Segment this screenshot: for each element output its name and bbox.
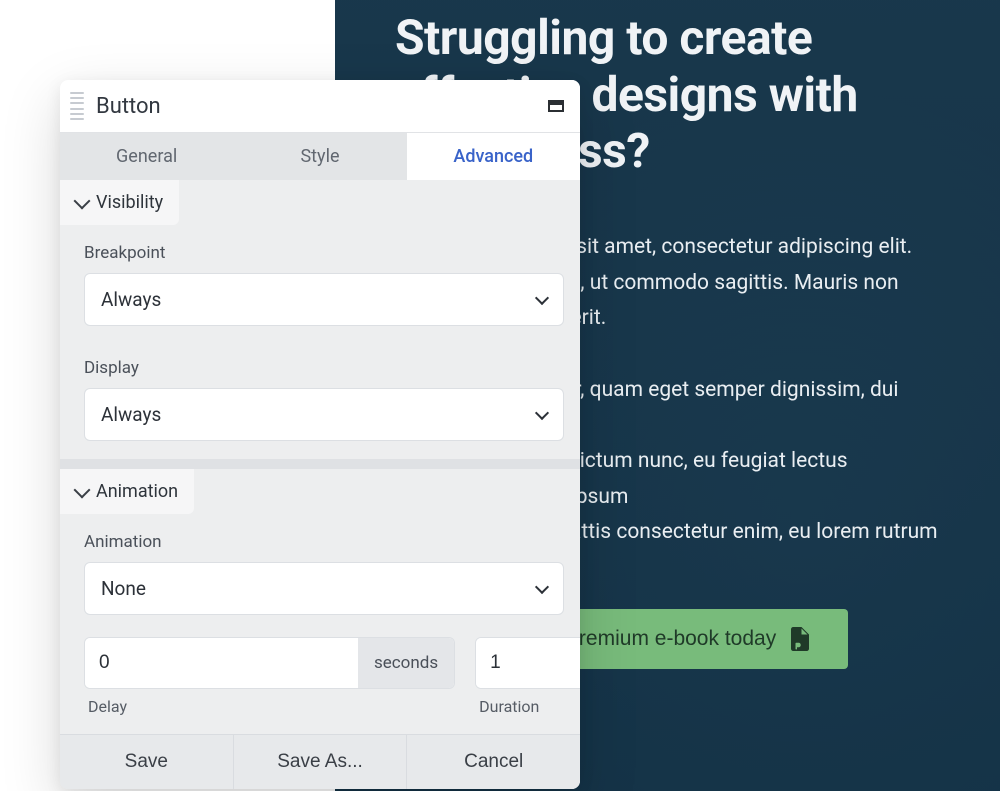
section-visibility-header[interactable]: Visibility xyxy=(60,180,179,225)
animation-value: None xyxy=(101,577,146,600)
section-animation: Animation Animation None seconds Del xyxy=(60,469,580,734)
breakpoint-label: Breakpoint xyxy=(84,243,564,263)
panel-body[interactable]: Visibility Breakpoint Always Display Alw… xyxy=(60,180,580,734)
duration-label: Duration xyxy=(475,697,580,716)
duration-input[interactable] xyxy=(476,638,580,688)
section-animation-header[interactable]: Animation xyxy=(60,469,194,514)
field-timing: seconds Delay seconds Duration xyxy=(60,633,580,734)
dock-icon[interactable] xyxy=(548,100,564,112)
chevron-down-icon xyxy=(535,290,549,304)
section-divider xyxy=(60,459,580,469)
chevron-down-icon xyxy=(535,405,549,419)
chevron-down-icon xyxy=(535,579,549,593)
section-visibility-label: Visibility xyxy=(96,192,163,213)
panel-title: Button xyxy=(96,94,548,119)
tab-advanced[interactable]: Advanced xyxy=(407,133,580,180)
cancel-button[interactable]: Cancel xyxy=(406,735,580,789)
field-animation: Animation None xyxy=(60,518,580,633)
chevron-down-icon xyxy=(74,192,91,209)
save-button[interactable]: Save xyxy=(60,735,233,789)
animation-select[interactable]: None xyxy=(84,562,564,615)
section-visibility: Visibility Breakpoint Always Display Alw… xyxy=(60,180,580,459)
drag-handle[interactable] xyxy=(70,92,84,120)
tab-general[interactable]: General xyxy=(60,133,233,180)
display-value: Always xyxy=(101,403,161,426)
chevron-down-icon xyxy=(74,481,91,498)
breakpoint-value: Always xyxy=(101,288,161,311)
delay-label: Delay xyxy=(84,697,455,716)
delay-unit: seconds xyxy=(358,638,454,688)
editor-panel: Button General Style Advanced Visibility… xyxy=(60,80,580,789)
panel-header: Button xyxy=(60,80,580,133)
tab-style[interactable]: Style xyxy=(233,133,406,180)
animation-label: Animation xyxy=(84,532,564,552)
field-breakpoint: Breakpoint Always xyxy=(60,229,580,344)
pdf-icon xyxy=(790,627,810,651)
duration-group: seconds Duration xyxy=(475,637,580,716)
display-label: Display xyxy=(84,358,564,378)
delay-group: seconds Delay xyxy=(84,637,455,716)
tabs: General Style Advanced xyxy=(60,133,580,180)
panel-footer: Save Save As... Cancel xyxy=(60,734,580,789)
save-as-button[interactable]: Save As... xyxy=(233,735,407,789)
field-display: Display Always xyxy=(60,344,580,459)
display-select[interactable]: Always xyxy=(84,388,564,441)
section-animation-label: Animation xyxy=(96,481,178,502)
delay-input[interactable] xyxy=(85,638,358,688)
breakpoint-select[interactable]: Always xyxy=(84,273,564,326)
